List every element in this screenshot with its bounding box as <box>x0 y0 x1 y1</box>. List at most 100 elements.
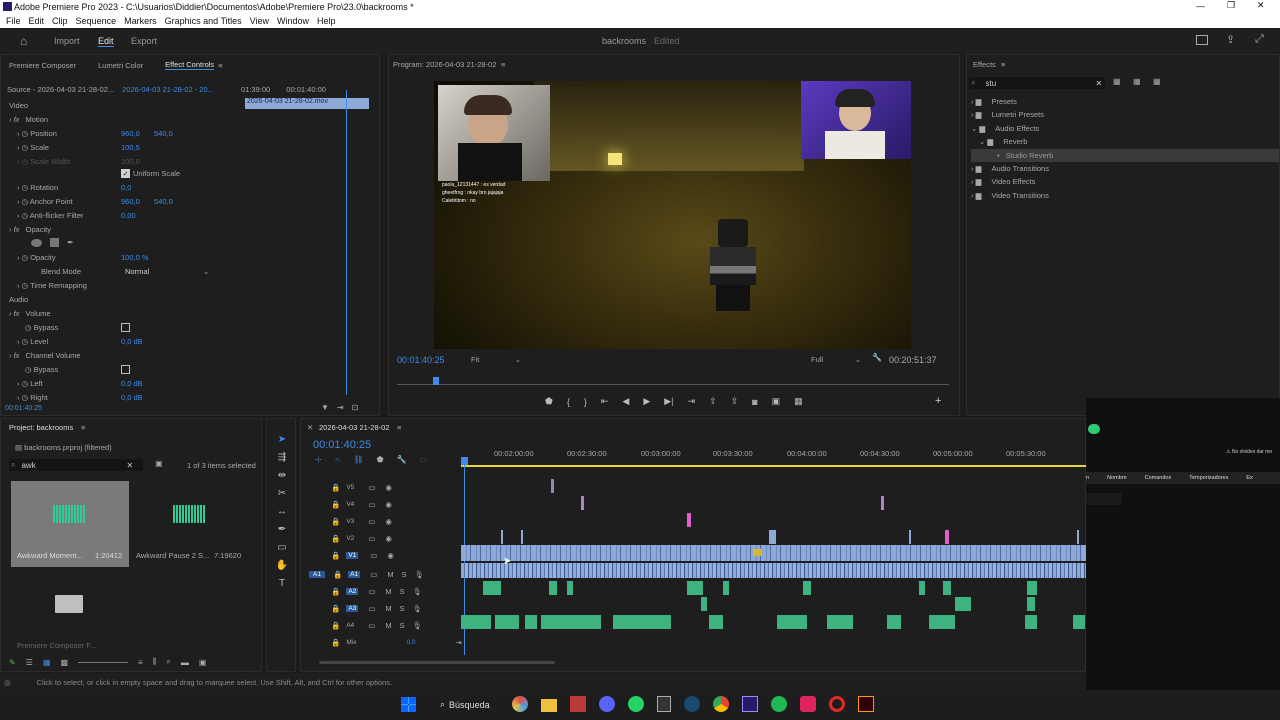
volume-effect[interactable]: › fx Volume <box>9 309 51 318</box>
minimize-button[interactable]: — <box>1196 1 1205 11</box>
sequence-menu-icon[interactable]: ≡ <box>397 423 401 432</box>
mic-icon[interactable]: 🎙 <box>413 587 423 596</box>
icon-view-icon[interactable]: ▦ <box>43 658 51 667</box>
clip-a2-h[interactable] <box>943 581 951 595</box>
file-explorer-icon[interactable] <box>541 698 557 712</box>
fit-dropdown[interactable]: Fit ⌄ <box>471 355 521 364</box>
clip-a4-i[interactable] <box>827 615 853 629</box>
mic-icon[interactable]: 🎙 <box>415 570 425 579</box>
overlay-tab-5[interactable]: Ex <box>1246 475 1252 481</box>
channel-volume-effect[interactable]: › fx Channel Volume <box>9 351 81 360</box>
pen-icon[interactable]: ✎ <box>9 658 16 667</box>
sync-icon[interactable]: ▭ <box>368 534 375 543</box>
menu-sequence[interactable]: Sequence <box>76 16 117 26</box>
menu-edit[interactable]: Edit <box>29 16 45 26</box>
close-button[interactable]: ✕ <box>1257 0 1265 11</box>
left-value[interactable]: 0,0 dB <box>121 379 143 388</box>
tab-effect-controls[interactable]: Effect Controls <box>165 60 215 70</box>
lock-icon[interactable]: 🔒 <box>333 570 342 579</box>
clip-v4-b[interactable] <box>881 496 884 510</box>
pen-tool-icon[interactable]: ✒ <box>275 521 289 539</box>
slip-icon[interactable]: ↔ <box>275 503 289 521</box>
mute-button[interactable]: M <box>385 621 391 630</box>
bypass-2-checkbox[interactable] <box>121 365 130 374</box>
tree-reverb[interactable]: ⌄ ▆ Reverb <box>971 135 1279 148</box>
track-select-icon[interactable]: ⇶ <box>275 449 289 467</box>
position-x[interactable]: 960,0 <box>121 129 140 138</box>
epic-games-icon[interactable] <box>657 696 671 712</box>
sort-icon[interactable]: ≡ <box>138 658 143 667</box>
clip-v2-e[interactable] <box>945 530 949 544</box>
hand-tool-icon[interactable]: ✋ <box>275 557 289 575</box>
clip-a4-j[interactable] <box>887 615 901 629</box>
lock-icon[interactable]: 🔒 <box>331 621 340 630</box>
automate-icon[interactable]: ⫼ <box>153 657 157 667</box>
sync-icon[interactable]: ▭ <box>368 517 375 526</box>
marker-icon[interactable]: ⬟ <box>377 455 384 464</box>
mute-button[interactable]: M <box>385 587 391 596</box>
rectangle-tool-icon[interactable]: ▭ <box>275 539 289 557</box>
folder-icon[interactable] <box>55 595 83 613</box>
right-value[interactable]: 0,0 dB <box>121 393 143 402</box>
anchor-y[interactable]: 540,0 <box>154 197 173 206</box>
quality-dropdown[interactable]: Full ⌄ <box>811 355 861 364</box>
effects-search[interactable]: ⌕ ✕ <box>969 77 1105 89</box>
sync-icon[interactable]: ▭ <box>370 570 377 579</box>
menu-clip[interactable]: Clip <box>52 16 68 26</box>
type-tool-icon[interactable]: T <box>275 575 289 593</box>
ripple-edit-icon[interactable]: ⇹ <box>275 467 289 485</box>
clip-a2-f[interactable] <box>803 581 811 595</box>
new-folder-icon[interactable]: ▬ <box>181 658 189 667</box>
lock-icon[interactable]: 🔒 <box>331 534 340 543</box>
clip-v2-f[interactable] <box>1077 530 1079 544</box>
solo-button[interactable]: S <box>400 604 405 613</box>
clip-a1-main[interactable] <box>461 563 1087 578</box>
workspaces-icon[interactable] <box>1196 35 1208 45</box>
clip-a4-b[interactable] <box>495 615 519 629</box>
timeline-settings-icon[interactable]: 🔧 <box>397 455 407 464</box>
toggle-icon[interactable] <box>1088 424 1100 434</box>
position-y[interactable]: 540,0 <box>154 129 173 138</box>
clip-v2-a[interactable] <box>501 530 503 544</box>
menu-window[interactable]: Window <box>277 16 309 26</box>
menu-view[interactable]: View <box>250 16 269 26</box>
new-bin-icon[interactable]: ▣ <box>155 459 163 468</box>
menu-file[interactable]: File <box>6 16 21 26</box>
vr-icon[interactable]: ▦ <box>794 396 803 407</box>
zoom-icon[interactable]: ⊡ <box>352 403 359 412</box>
timeline-close-icon[interactable]: ✕ <box>307 423 313 432</box>
clip-a4-g[interactable] <box>709 615 723 629</box>
clip-a4-k[interactable] <box>929 615 955 629</box>
premiere-pro-icon[interactable] <box>742 696 758 712</box>
accelerated-icon[interactable]: ▦ <box>1113 77 1121 86</box>
motion-effect[interactable]: › fx Motion <box>9 115 48 124</box>
captions-icon[interactable]: ▭ <box>420 455 428 464</box>
solo-button[interactable]: S <box>400 587 405 596</box>
menu-graphics[interactable]: Graphics and Titles <box>165 16 242 26</box>
clip-a4-l[interactable] <box>1025 615 1037 629</box>
freeform-view-icon[interactable]: ▩ <box>60 658 68 667</box>
clip-a3-c[interactable] <box>1027 597 1035 611</box>
copilot-icon[interactable] <box>512 696 528 712</box>
taskbar-search[interactable]: ⌕ Búsqueda <box>440 699 490 710</box>
selection-tool-icon[interactable]: ➤ <box>275 431 289 449</box>
sync-icon[interactable]: ▭ <box>368 604 375 613</box>
discord-icon[interactable] <box>599 696 615 712</box>
ellipse-mask-icon[interactable] <box>31 238 42 247</box>
clear-search-icon[interactable]: ✕ <box>126 461 133 470</box>
project-menu-icon[interactable]: ≡ <box>81 423 85 432</box>
mark-in-icon[interactable]: { <box>567 397 570 407</box>
clip-a3-a[interactable] <box>701 597 707 611</box>
steam-icon[interactable] <box>684 696 700 712</box>
bypass-checkbox[interactable] <box>121 323 130 332</box>
rect-mask-icon[interactable] <box>50 238 59 247</box>
eye-icon[interactable]: ◉ <box>387 551 394 560</box>
clip-a2-d[interactable] <box>687 581 703 595</box>
program-playhead[interactable] <box>433 377 439 385</box>
compare-icon[interactable]: ▣ <box>772 396 781 407</box>
camera-icon[interactable]: ◙ <box>752 397 757 407</box>
uniform-scale[interactable]: ✓ Uniform Scale <box>121 169 180 178</box>
track-a1-source[interactable]: A1 <box>309 571 325 578</box>
sync-icon[interactable]: ▭ <box>370 551 377 560</box>
clip-v4[interactable] <box>581 496 584 510</box>
